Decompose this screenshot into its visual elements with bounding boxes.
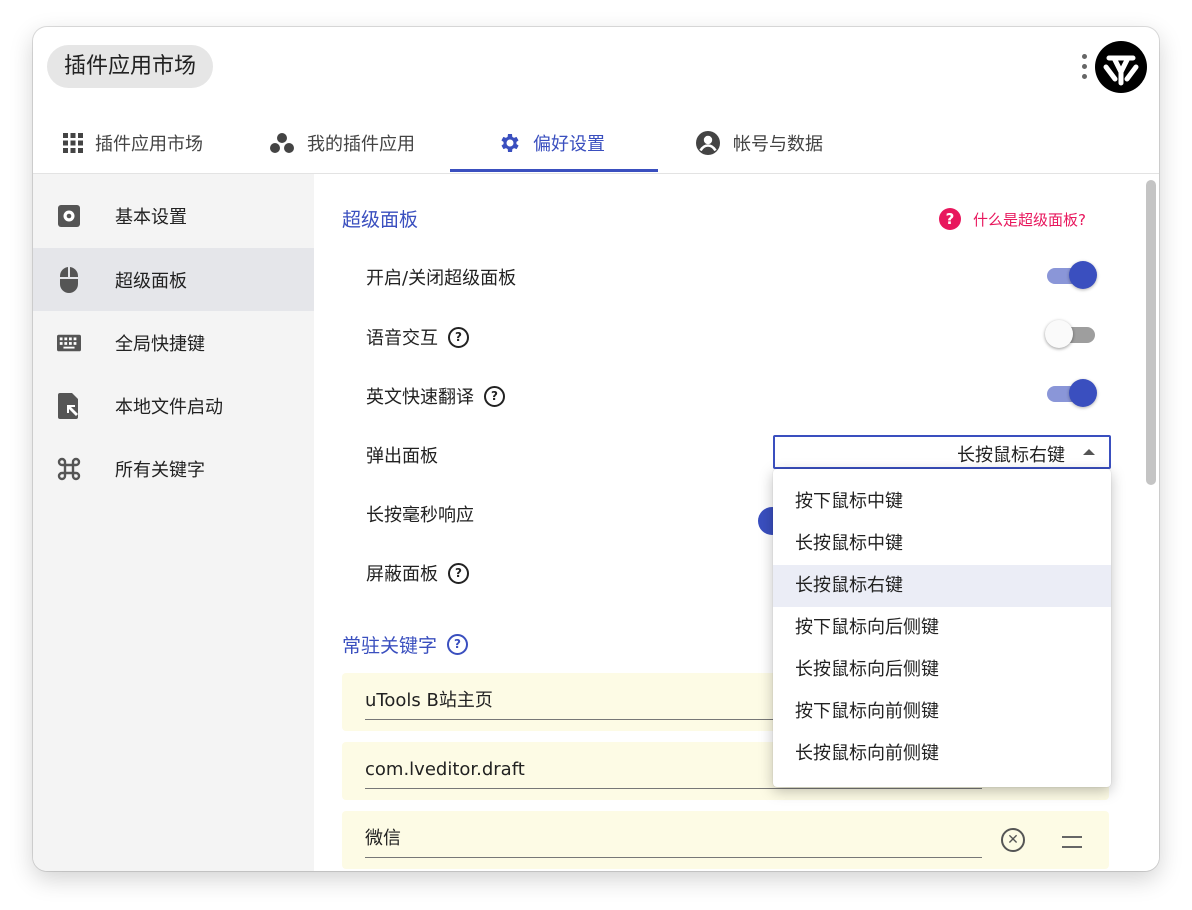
keywords-section-title: 常驻关键字 ?: [342, 631, 469, 658]
sidebar-item-label: 基本设置: [115, 206, 187, 228]
popup-trigger-select[interactable]: 长按鼠标右键: [773, 435, 1111, 469]
tab-my-plugins[interactable]: 我的插件应用: [269, 113, 415, 173]
translate-toggle[interactable]: [1045, 378, 1097, 408]
sidebar-item-super-panel[interactable]: 超级面板: [33, 248, 314, 311]
sidebar-item-global-shortcuts[interactable]: 全局快捷键: [33, 311, 314, 374]
scrollbar[interactable]: [1142, 174, 1159, 871]
keyword-item: 微信 ✕: [342, 811, 1109, 869]
question-icon[interactable]: ?: [448, 326, 469, 348]
apps-cluster-icon: [269, 132, 295, 154]
dropdown-option[interactable]: 按下鼠标中键: [773, 481, 1111, 523]
row-label: 英文快速翻译?: [366, 383, 505, 409]
sidebar-item-label: 全局快捷键: [115, 333, 205, 355]
row-label: 语音交互?: [366, 324, 469, 350]
tab-label: 偏好设置: [533, 134, 605, 155]
caret-up-icon: [1083, 449, 1095, 455]
section-title: 超级面板: [342, 209, 419, 231]
row-label: 弹出面板: [366, 446, 438, 467]
settings-box-icon: [57, 204, 81, 228]
more-menu-icon[interactable]: [1078, 51, 1090, 83]
keyboard-icon: [57, 331, 81, 355]
app-window: 插件应用市场 插件应用市场 我的插件应用 偏好设置 帐号与数据 基本设置 超级面…: [33, 27, 1159, 871]
row-label: 长按毫秒响应: [366, 505, 474, 526]
help-link-label: 什么是超级面板?: [973, 210, 1086, 229]
dropdown-option[interactable]: 长按鼠标中键: [773, 523, 1111, 565]
dropdown-option[interactable]: 长按鼠标向前侧键: [773, 733, 1111, 775]
super-panel-toggle[interactable]: [1045, 260, 1097, 290]
voice-toggle[interactable]: [1045, 319, 1097, 349]
question-icon[interactable]: ?: [448, 562, 469, 584]
drag-handle-icon[interactable]: [1062, 836, 1082, 848]
dropdown-option[interactable]: 长按鼠标向后侧键: [773, 649, 1111, 691]
row-label: 屏蔽面板?: [366, 560, 469, 586]
file-launch-icon: [57, 393, 81, 419]
sidebar: 基本设置 超级面板 全局快捷键 本地文件启动 所有关键字: [33, 174, 314, 871]
command-key-icon: [57, 457, 81, 481]
tab-plugin-market[interactable]: 插件应用市场: [63, 113, 203, 173]
remove-circle-icon[interactable]: ✕: [1001, 828, 1025, 852]
dropdown-option-selected[interactable]: 长按鼠标右键: [773, 565, 1111, 607]
search-input[interactable]: 插件应用市场: [47, 45, 214, 88]
mouse-icon: [57, 267, 81, 293]
help-link[interactable]: ? 什么是超级面板?: [939, 208, 1086, 230]
help-circle-icon: ?: [939, 208, 961, 230]
sidebar-item-label: 超级面板: [115, 270, 187, 292]
select-value: 长按鼠标右键: [957, 445, 1065, 466]
tab-account[interactable]: 帐号与数据: [695, 113, 823, 173]
tab-label: 插件应用市场: [95, 134, 203, 155]
tab-label: 我的插件应用: [307, 134, 415, 155]
dropdown-option[interactable]: 按下鼠标向前侧键: [773, 691, 1111, 733]
grid-icon: [63, 133, 83, 153]
utools-logo[interactable]: [1095, 41, 1147, 93]
main-tabs: 插件应用市场 我的插件应用 偏好设置 帐号与数据: [33, 113, 1159, 174]
question-icon[interactable]: ?: [447, 634, 469, 655]
question-icon[interactable]: ?: [484, 385, 505, 407]
keyword-input[interactable]: 微信: [365, 821, 982, 858]
scrollbar-thumb[interactable]: [1146, 180, 1156, 485]
gear-icon: [497, 131, 521, 155]
active-tab-indicator: [450, 169, 658, 172]
sidebar-item-label: 所有关键字: [115, 459, 205, 481]
dropdown-option[interactable]: 按下鼠标向后侧键: [773, 607, 1111, 649]
sidebar-item-local-file-launch[interactable]: 本地文件启动: [33, 374, 314, 437]
sidebar-item-all-keywords[interactable]: 所有关键字: [33, 437, 314, 500]
tab-label: 帐号与数据: [733, 134, 823, 155]
account-circle-icon: [695, 130, 721, 156]
sidebar-item-label: 本地文件启动: [115, 396, 223, 418]
sidebar-item-basic-settings[interactable]: 基本设置: [33, 184, 314, 247]
tab-preferences[interactable]: 偏好设置: [497, 113, 605, 173]
popup-trigger-dropdown: 按下鼠标中键 长按鼠标中键 长按鼠标右键 按下鼠标向后侧键 长按鼠标向后侧键 按…: [773, 469, 1111, 787]
row-label: 开启/关闭超级面板: [366, 268, 517, 289]
